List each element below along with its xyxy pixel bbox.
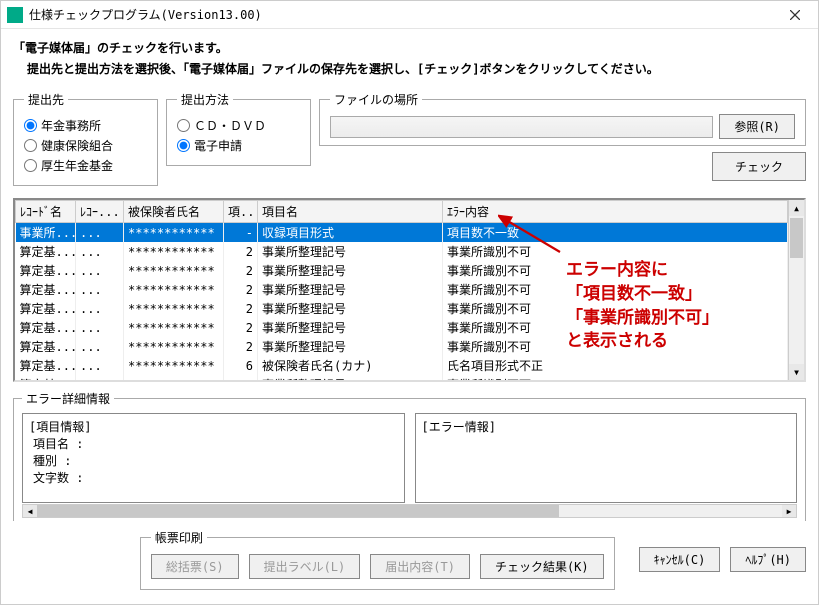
file-path-input[interactable] — [330, 116, 713, 138]
table-row[interactable]: 算定基......************2事業所整理記号事業所識別不可 — [16, 280, 788, 299]
table-row[interactable]: 事業所......************-収録項目形式項目数不一致 — [16, 223, 788, 243]
col-record-name[interactable]: ﾚｺｰﾄﾞ名 — [16, 201, 76, 223]
col-insured-name[interactable]: 被保険者氏名 — [124, 201, 224, 223]
table-row[interactable]: 算定基......************2事業所整理記号事業所識別不可 — [16, 261, 788, 280]
table-row[interactable]: 算定基......************2事業所整理記号事業所識別不可 — [16, 318, 788, 337]
dest-opt1-label: 年金事務所 — [41, 117, 101, 134]
app-icon — [7, 7, 23, 23]
dest-opt3-label: 厚生年金基金 — [41, 157, 113, 174]
file-group: ファイルの場所 参照(R) — [319, 91, 806, 146]
error-detail-group: エラー詳細情報 [項目情報] 項目名 : 種別 : 文字数 : [エラー情報] … — [13, 390, 806, 527]
col-item-no[interactable]: 項.. — [224, 201, 258, 223]
dest-opt1-radio[interactable] — [24, 119, 37, 132]
item-info-l3: 文字数 : — [33, 469, 398, 486]
file-legend: ファイルの場所 — [330, 91, 422, 108]
item-info-box: [項目情報] 項目名 : 種別 : 文字数 : — [22, 413, 405, 503]
print-legend: 帳票印刷 — [151, 529, 207, 546]
scroll-thumb[interactable] — [790, 218, 803, 258]
table-row[interactable]: 算定基......************6被保険者氏名(カナ)氏名項目形式不正 — [16, 356, 788, 375]
method-legend: 提出方法 — [177, 91, 233, 108]
vertical-scrollbar[interactable]: ▲ ▼ — [788, 200, 804, 380]
intro-line-1: 「電子媒体届」のチェックを行います。 — [13, 39, 806, 56]
method-group: 提出方法 ＣＤ・ＤＶＤ 電子申請 — [166, 91, 311, 166]
method-opt2-label: 電子申請 — [194, 137, 242, 154]
dest-opt2-radio[interactable] — [24, 139, 37, 152]
scroll-down-icon[interactable]: ▼ — [789, 364, 804, 380]
method-opt2-radio[interactable] — [177, 139, 190, 152]
scroll-up-icon[interactable]: ▲ — [789, 200, 804, 216]
table-row[interactable]: 算定基......************2事業所整理記号事業所識別不可 — [16, 337, 788, 356]
col-record[interactable]: ﾚｺｰ... — [76, 201, 124, 223]
results-table: ﾚｺｰﾄﾞ名 ﾚｺｰ... 被保険者氏名 項.. 項目名 ｴﾗｰ内容 事業所..… — [13, 198, 806, 382]
close-button[interactable] — [778, 4, 812, 26]
table-row[interactable]: 算定基......************2事業所整理記号事業所識別不可 — [16, 299, 788, 318]
browse-button[interactable]: 参照(R) — [719, 114, 795, 139]
method-opt1-label: ＣＤ・ＤＶＤ — [194, 117, 266, 134]
error-detail-legend: エラー詳細情報 — [22, 390, 114, 407]
contents-button[interactable]: 届出内容(T) — [370, 554, 470, 579]
window-title: 仕様チェックプログラム(Version13.00) — [29, 6, 778, 23]
intro-line-2: 提出先と提出方法を選択後、「電子媒体届」ファイルの保存先を選択し、[チェック]ボ… — [27, 60, 806, 77]
help-button[interactable]: ﾍﾙﾌﾟ(H) — [730, 547, 806, 572]
check-button[interactable]: チェック — [712, 152, 806, 181]
cancel-button[interactable]: ｷｬﾝｾﾙ(C) — [639, 547, 721, 572]
check-result-button[interactable]: チェック結果(K) — [480, 554, 604, 579]
label-button[interactable]: 提出ラベル(L) — [249, 554, 361, 579]
method-opt1-radio[interactable] — [177, 119, 190, 132]
scroll-right-icon[interactable]: ▶ — [782, 505, 796, 517]
error-info-box: [エラー情報] — [415, 413, 798, 503]
dest-group: 提出先 年金事務所 健康保険組合 厚生年金基金 — [13, 91, 158, 186]
table-row[interactable]: 算定基......************2事業所整理記号事業所識別不可 — [16, 375, 788, 380]
dest-opt2-label: 健康保険組合 — [41, 137, 113, 154]
print-group: 帳票印刷 総括票(S) 提出ラベル(L) 届出内容(T) チェック結果(K) — [140, 529, 615, 590]
table-row[interactable]: 算定基......************2事業所整理記号事業所識別不可 — [16, 242, 788, 261]
dest-opt3-radio[interactable] — [24, 159, 37, 172]
horizontal-scrollbar[interactable]: ◀ ▶ — [22, 504, 797, 518]
error-info-title: [エラー情報] — [422, 418, 791, 435]
item-info-title: [項目情報] — [29, 418, 398, 435]
dest-legend: 提出先 — [24, 91, 68, 108]
summary-button[interactable]: 総括票(S) — [151, 554, 239, 579]
item-info-l1: 項目名 : — [33, 435, 398, 452]
item-info-l2: 種別 : — [33, 452, 398, 469]
col-error[interactable]: ｴﾗｰ内容 — [443, 201, 788, 223]
scroll-left-icon[interactable]: ◀ — [23, 505, 37, 517]
col-item-name[interactable]: 項目名 — [258, 201, 443, 223]
